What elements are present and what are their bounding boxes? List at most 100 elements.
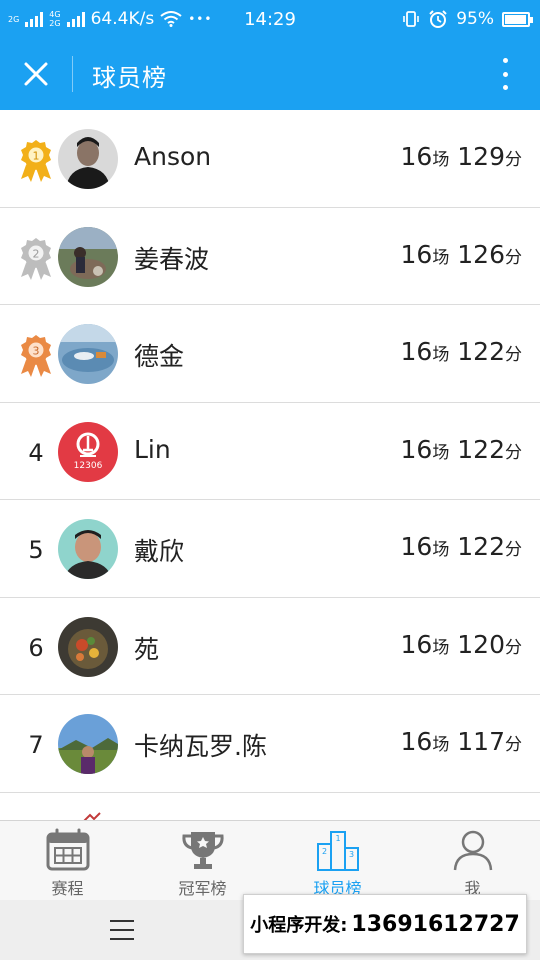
more-dot-icon: [502, 85, 508, 90]
avatar[interactable]: 12306: [58, 421, 118, 482]
player-rank: 7: [28, 731, 44, 759]
games-unit: 场: [432, 247, 450, 268]
player-rank: 4: [28, 438, 44, 467]
avatar[interactable]: [58, 519, 118, 579]
player-stats: 16场 117分: [401, 727, 522, 756]
ad-label: 小程序开发:: [250, 915, 348, 936]
player-stats: 16场 122分: [401, 532, 522, 561]
tab-bar: 赛程 冠军榜 123 球员榜 我: [0, 820, 540, 900]
player-row[interactable]: 7 卡纳瓦罗.陈 16场 117分: [0, 695, 540, 793]
svg-text:1: 1: [335, 834, 340, 843]
player-name: 戴欣: [134, 537, 185, 566]
status-bar: 2G 4G 2G 64.4K/s ••• 14:29 95%: [0, 0, 540, 38]
player-stats: 16场 122分: [401, 337, 522, 366]
player-name: Anson: [134, 142, 212, 171]
games-count: 16: [400, 629, 433, 659]
games-count: 16: [400, 532, 433, 561]
player-name: 卡纳瓦罗.陈: [134, 732, 267, 761]
user-icon: [449, 827, 497, 873]
svg-text:3: 3: [33, 345, 40, 358]
player-row[interactable]: 4 12306 Lin 16场 122分: [0, 403, 540, 500]
menu-line-icon: [110, 920, 134, 922]
player-name: Lin: [134, 434, 171, 464]
games-unit: 场: [432, 637, 450, 658]
avatar[interactable]: [58, 226, 118, 287]
points-count: 117: [457, 727, 505, 756]
silver-medal-icon: 2: [16, 234, 56, 282]
points-count: 129: [457, 142, 505, 171]
player-name: 姜春波: [134, 244, 210, 274]
points-count: 126: [457, 239, 505, 269]
status-right: 95%: [402, 0, 533, 38]
tab-champions[interactable]: 冠军榜: [135, 821, 270, 900]
points-unit: 分: [505, 442, 522, 463]
games-unit: 场: [432, 150, 450, 170]
player-stats: 16场 129分: [401, 142, 522, 171]
player-row[interactable]: 2 姜春波 16场 126分: [0, 208, 540, 305]
close-icon: [24, 62, 48, 86]
games-unit: 场: [432, 735, 450, 755]
vibrate-icon: [403, 11, 420, 27]
title-bar: 球员榜: [0, 38, 540, 110]
close-button[interactable]: [16, 54, 56, 94]
player-row[interactable]: 1 Anson 16场 129分: [0, 110, 540, 208]
player-stats: 16场 126分: [401, 240, 522, 269]
player-rank: 6: [28, 633, 44, 662]
tab-schedule[interactable]: 赛程: [0, 821, 135, 900]
svg-text:2: 2: [321, 847, 326, 856]
menu-line-icon: [110, 929, 134, 931]
points-unit: 分: [505, 150, 522, 170]
tab-players[interactable]: 123 球员榜: [270, 821, 405, 900]
games-count: 16: [400, 727, 433, 756]
trophy-icon: [179, 827, 227, 873]
more-dot-icon: [502, 71, 508, 77]
games-count: 16: [400, 434, 433, 464]
points-count: 122: [457, 532, 505, 561]
player-row-partial[interactable]: [0, 793, 540, 820]
player-row[interactable]: 6 苑 16场 120分: [0, 598, 540, 695]
ad-banner[interactable]: 小程序开发: 13691612727: [243, 894, 527, 954]
points-count: 122: [457, 337, 505, 366]
player-stats: 16场 122分: [401, 435, 522, 464]
ad-phone: 13691612727: [351, 911, 520, 937]
points-unit: 分: [505, 735, 522, 755]
player-name: 德金: [134, 342, 185, 371]
points-count: 120: [457, 629, 505, 659]
points-count: 122: [457, 434, 505, 464]
games-unit: 场: [432, 540, 450, 560]
avatar[interactable]: [58, 324, 118, 384]
menu-button[interactable]: [110, 920, 134, 940]
battery-icon: [502, 11, 533, 27]
player-row[interactable]: 5 戴欣 16场 122分: [0, 500, 540, 598]
player-list[interactable]: 1 Anson 16场 129分 2 姜春波 16场 126分 3 德金 16场…: [0, 110, 540, 820]
player-stats: 16场 120分: [401, 630, 522, 659]
points-unit: 分: [505, 637, 522, 658]
svg-text:12306: 12306: [74, 461, 103, 471]
avatar[interactable]: [58, 714, 118, 774]
more-dot-icon: [502, 58, 508, 63]
svg-text:3: 3: [348, 850, 353, 859]
avatar[interactable]: [58, 616, 118, 677]
calendar-icon: [44, 827, 92, 873]
tab-label: 赛程: [51, 879, 84, 898]
points-unit: 分: [505, 345, 522, 365]
tab-me[interactable]: 我: [405, 821, 540, 900]
games-count: 16: [400, 239, 433, 269]
tab-label: 冠军榜: [178, 879, 227, 898]
battery-percent: 95%: [456, 9, 494, 29]
title-divider: [72, 56, 73, 92]
podium-icon: 12 3: [314, 827, 362, 873]
player-rank: 5: [28, 536, 44, 564]
player-row[interactable]: 3 德金 16场 122分: [0, 305, 540, 403]
avatar-partial: [83, 811, 101, 820]
avatar[interactable]: [58, 129, 118, 189]
points-unit: 分: [505, 247, 522, 268]
gold-medal-icon: 1: [16, 136, 56, 184]
more-menu-button[interactable]: [490, 56, 520, 92]
games-count: 16: [400, 337, 433, 366]
player-name: 苑: [134, 634, 160, 664]
page-title: 球员榜: [92, 64, 167, 92]
svg-text:2: 2: [33, 247, 40, 260]
bronze-medal-icon: 3: [16, 331, 56, 379]
points-unit: 分: [505, 540, 522, 560]
